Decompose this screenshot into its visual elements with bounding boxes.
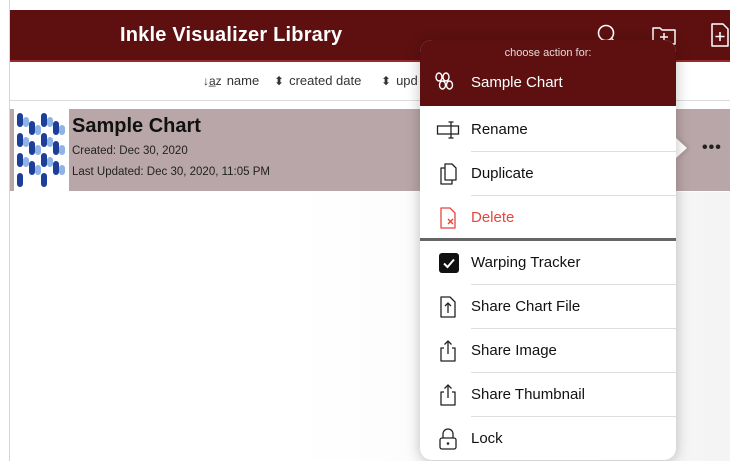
updated-date: Last Updated: Dec 30, 2020, 11:05 PM	[72, 166, 270, 178]
popover-header: choose action for: Sample Chart	[420, 40, 676, 106]
share-icon	[440, 340, 456, 362]
action-popover: choose action for: Sample Chart Rename D…	[420, 40, 676, 460]
popover-arrow	[675, 137, 687, 159]
sort-name-label: name	[226, 73, 260, 88]
duplicate-menu-item[interactable]: Duplicate	[420, 152, 676, 196]
popover-title: Sample Chart	[471, 74, 563, 91]
share-file-icon	[440, 296, 456, 318]
checkbox-icon	[439, 253, 459, 273]
delete-icon	[440, 207, 456, 229]
share-image-menu-item[interactable]: Share Image	[420, 329, 676, 373]
share-icon	[440, 384, 456, 406]
created-date: Created: Dec 30, 2020	[72, 145, 188, 157]
sort-toggle-icon: ⬍	[381, 74, 392, 88]
delete-label: Delete	[471, 209, 515, 226]
delete-menu-item[interactable]: Delete	[420, 196, 676, 240]
sort-created-label: created date	[289, 73, 362, 88]
sort-alpha-icon: ↓a̲z	[203, 74, 222, 88]
chart-title: Sample Chart	[72, 115, 201, 137]
popover-subtitle: choose action for:	[504, 47, 592, 59]
share-chart-file-label: Share Chart File	[471, 298, 581, 315]
sort-toggle-icon: ⬍	[274, 74, 285, 88]
chart-icon	[435, 72, 454, 90]
chart-thumbnail	[14, 109, 69, 191]
duplicate-icon	[440, 163, 457, 185]
page-title: Inkle Visualizer Library	[120, 24, 343, 46]
lock-label: Lock	[471, 430, 503, 447]
share-chart-file-menu-item[interactable]: Share Chart File	[420, 285, 676, 329]
device-frame-edge	[0, 0, 10, 461]
warping-tracker-menu-item[interactable]: Warping Tracker	[420, 241, 676, 285]
rename-label: Rename	[471, 121, 528, 138]
duplicate-label: Duplicate	[471, 165, 534, 182]
new-file-icon	[711, 23, 729, 47]
rename-icon	[436, 121, 460, 139]
sort-by-name-button[interactable]: ↓a̲z name	[203, 62, 259, 100]
share-thumbnail-label: Share Thumbnail	[471, 386, 585, 403]
sort-by-created-button[interactable]: ⬍ created date	[274, 62, 361, 100]
new-file-button[interactable]	[707, 22, 730, 48]
rename-menu-item[interactable]: Rename	[420, 108, 676, 152]
lock-icon	[439, 428, 457, 450]
share-thumbnail-menu-item[interactable]: Share Thumbnail	[420, 373, 676, 417]
more-options-button[interactable]: •••	[702, 139, 722, 157]
warping-tracker-label: Warping Tracker	[471, 254, 581, 271]
share-image-label: Share Image	[471, 342, 557, 359]
sort-updated-label: upd	[396, 73, 418, 88]
lock-menu-item[interactable]: Lock	[420, 417, 676, 460]
